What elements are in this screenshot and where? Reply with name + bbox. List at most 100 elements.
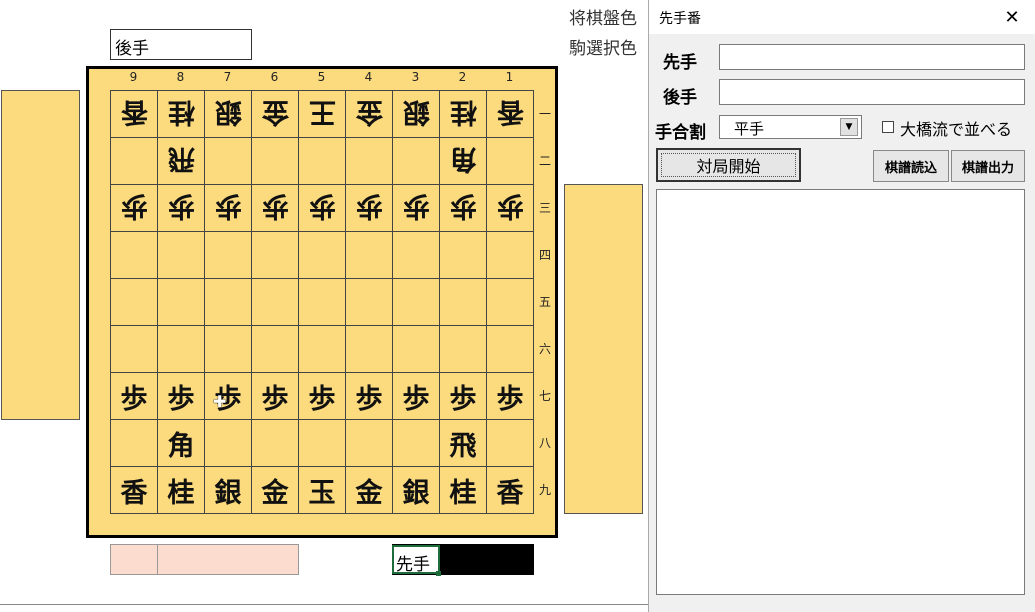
handicap-select[interactable]: 平手 ▼ xyxy=(719,115,862,139)
gote-hand-area[interactable] xyxy=(1,90,80,420)
board-square[interactable] xyxy=(440,326,487,373)
board-square[interactable]: 飛 xyxy=(440,420,487,467)
board-square[interactable] xyxy=(205,420,252,467)
board-square[interactable]: 歩 xyxy=(487,373,534,420)
board-square[interactable]: 玉 xyxy=(299,467,346,514)
board-square[interactable]: 角 xyxy=(158,420,205,467)
board-square[interactable]: 金 xyxy=(346,91,393,138)
board-square[interactable] xyxy=(346,326,393,373)
sente-name-input[interactable] xyxy=(719,44,1025,70)
start-game-button[interactable]: 対局開始 xyxy=(656,148,801,182)
board-square[interactable]: 銀 xyxy=(393,91,440,138)
board-square[interactable]: 金 xyxy=(252,91,299,138)
board-square[interactable]: 歩 xyxy=(158,373,205,420)
board-square[interactable] xyxy=(111,138,158,185)
board-square[interactable]: 歩 xyxy=(299,373,346,420)
chevron-down-icon[interactable]: ▼ xyxy=(840,118,858,136)
board-square[interactable] xyxy=(252,232,299,279)
board-square[interactable] xyxy=(111,420,158,467)
close-icon[interactable]: ✕ xyxy=(999,4,1025,30)
board-square[interactable]: 歩 xyxy=(299,185,346,232)
board-square[interactable] xyxy=(252,420,299,467)
board-square[interactable]: 角 xyxy=(440,138,487,185)
board-square[interactable] xyxy=(111,232,158,279)
board-square[interactable] xyxy=(205,326,252,373)
board-square[interactable] xyxy=(299,138,346,185)
board-square[interactable] xyxy=(487,326,534,373)
sente-piece: 香 xyxy=(120,477,148,509)
board-square[interactable] xyxy=(393,420,440,467)
gote-piece: 歩 xyxy=(120,189,148,221)
gote-name-input[interactable] xyxy=(719,79,1025,105)
board-square[interactable]: 歩 xyxy=(111,185,158,232)
board-square[interactable]: 銀 xyxy=(393,467,440,514)
board-square[interactable]: 飛 xyxy=(158,138,205,185)
board-square[interactable] xyxy=(393,279,440,326)
board-square[interactable] xyxy=(205,138,252,185)
board-square[interactable]: 歩 xyxy=(158,185,205,232)
board-square[interactable] xyxy=(487,138,534,185)
board-square[interactable] xyxy=(487,232,534,279)
turn-label-cell[interactable]: 先手 xyxy=(392,545,440,575)
board-square[interactable] xyxy=(205,279,252,326)
board-square[interactable]: 桂 xyxy=(158,467,205,514)
sente-hand-area[interactable] xyxy=(564,184,643,514)
board-square[interactable]: 歩 xyxy=(111,373,158,420)
board-square[interactable]: 香 xyxy=(487,91,534,138)
board-square[interactable]: 歩 xyxy=(252,373,299,420)
board-square[interactable]: 金 xyxy=(252,467,299,514)
kifu-listbox[interactable] xyxy=(656,189,1025,595)
board-square[interactable]: 桂 xyxy=(440,467,487,514)
ohashi-checkbox[interactable] xyxy=(882,121,894,133)
board-square[interactable]: 銀 xyxy=(205,467,252,514)
board-square[interactable] xyxy=(111,326,158,373)
board-square[interactable] xyxy=(346,232,393,279)
load-kifu-button[interactable]: 棋譜読込 xyxy=(873,150,949,182)
board-square[interactable]: 王 xyxy=(299,91,346,138)
board-square[interactable]: 歩 xyxy=(393,373,440,420)
board-square[interactable]: 歩 xyxy=(252,185,299,232)
board-square[interactable] xyxy=(393,232,440,279)
board-square[interactable]: 香 xyxy=(111,91,158,138)
board-square[interactable] xyxy=(487,420,534,467)
board-square[interactable] xyxy=(393,138,440,185)
board-square[interactable] xyxy=(299,279,346,326)
gote-piece: 金 xyxy=(355,95,383,127)
board-square[interactable] xyxy=(440,279,487,326)
board-square[interactable]: 香 xyxy=(487,467,534,514)
board-square[interactable]: 香 xyxy=(111,467,158,514)
board-square[interactable] xyxy=(487,279,534,326)
board-square[interactable] xyxy=(158,279,205,326)
board-square[interactable] xyxy=(346,138,393,185)
board-square[interactable]: 歩 xyxy=(346,185,393,232)
board-square[interactable] xyxy=(299,326,346,373)
board-square[interactable] xyxy=(252,326,299,373)
board-square[interactable] xyxy=(252,138,299,185)
cross-cursor-icon: ✚ xyxy=(213,392,227,411)
board-square[interactable] xyxy=(393,326,440,373)
board-square[interactable]: 銀 xyxy=(205,91,252,138)
board-square[interactable]: 歩 xyxy=(393,185,440,232)
board-square[interactable] xyxy=(440,232,487,279)
gote-name-cell[interactable]: 後手 xyxy=(110,29,252,60)
board-square[interactable] xyxy=(346,279,393,326)
board-square[interactable] xyxy=(252,279,299,326)
board-square[interactable]: 歩 xyxy=(440,373,487,420)
board-square[interactable]: 歩 xyxy=(205,185,252,232)
selection-handle[interactable] xyxy=(436,571,441,576)
board-square[interactable] xyxy=(205,232,252,279)
board-square[interactable]: 桂 xyxy=(158,91,205,138)
export-kifu-button[interactable]: 棋譜出力 xyxy=(951,150,1025,182)
board-square[interactable] xyxy=(299,232,346,279)
board-square[interactable]: 歩 xyxy=(440,185,487,232)
board-square[interactable]: 桂 xyxy=(440,91,487,138)
board-square[interactable] xyxy=(299,420,346,467)
board-square[interactable] xyxy=(158,326,205,373)
board-square[interactable]: 歩 xyxy=(346,373,393,420)
ohashi-label[interactable]: 大橋流で並べる xyxy=(900,116,1012,140)
board-square[interactable]: 歩 xyxy=(487,185,534,232)
board-square[interactable] xyxy=(111,279,158,326)
board-square[interactable] xyxy=(158,232,205,279)
board-square[interactable] xyxy=(346,420,393,467)
board-square[interactable]: 金 xyxy=(346,467,393,514)
